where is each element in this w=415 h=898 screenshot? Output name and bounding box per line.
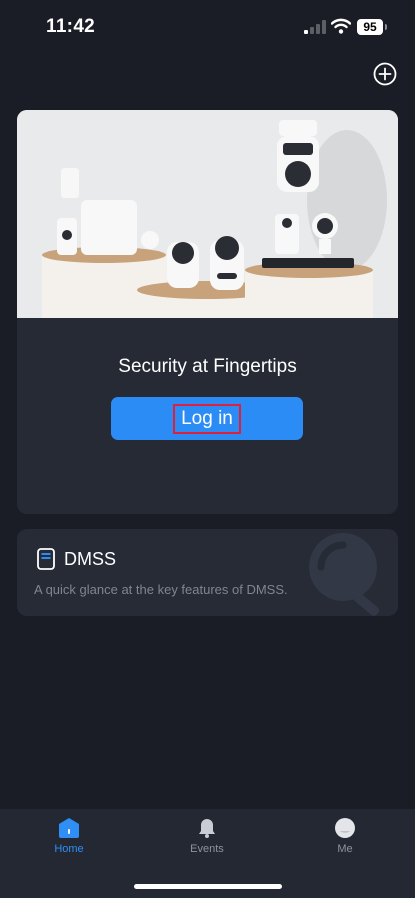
tab-events-label: Events [190, 843, 224, 855]
battery-tip [385, 24, 387, 30]
dmss-card-title: DMSS [64, 549, 117, 569]
add-device-button[interactable] [373, 62, 397, 86]
hero-card: Security at Fingertips Log in [17, 110, 398, 514]
cellular-signal-icon [304, 20, 326, 34]
wifi-icon [331, 18, 351, 34]
dmss-feature-card[interactable]: DMSS A quick glance at the key features … [17, 529, 398, 616]
home-screen: 11:42 95 Security at Fingertips Log in D… [0, 0, 415, 898]
status-bar: 11:42 95 [0, 0, 415, 54]
dmss-card-description: A quick glance at the key features of DM… [34, 582, 288, 597]
dmss-app-icon [37, 548, 55, 570]
tab-home-label: Home [54, 843, 84, 855]
tab-home[interactable]: Home [24, 817, 114, 867]
status-time: 11:42 [46, 16, 96, 37]
home-indicator [134, 884, 282, 889]
tab-me-label: Me [337, 843, 353, 855]
hero-title: Security at Fingertips [118, 356, 297, 377]
login-button[interactable]: Log in [111, 397, 303, 440]
lightbulb-icon [309, 533, 380, 616]
tab-me[interactable]: Me [300, 817, 390, 867]
tab-events[interactable]: Events [162, 817, 252, 867]
profile-icon [335, 818, 355, 838]
bell-icon [199, 819, 215, 838]
battery-level: 95 [357, 19, 383, 35]
home-icon [59, 818, 79, 838]
security-devices-image [17, 110, 398, 318]
login-button-label: Log in [173, 403, 241, 434]
